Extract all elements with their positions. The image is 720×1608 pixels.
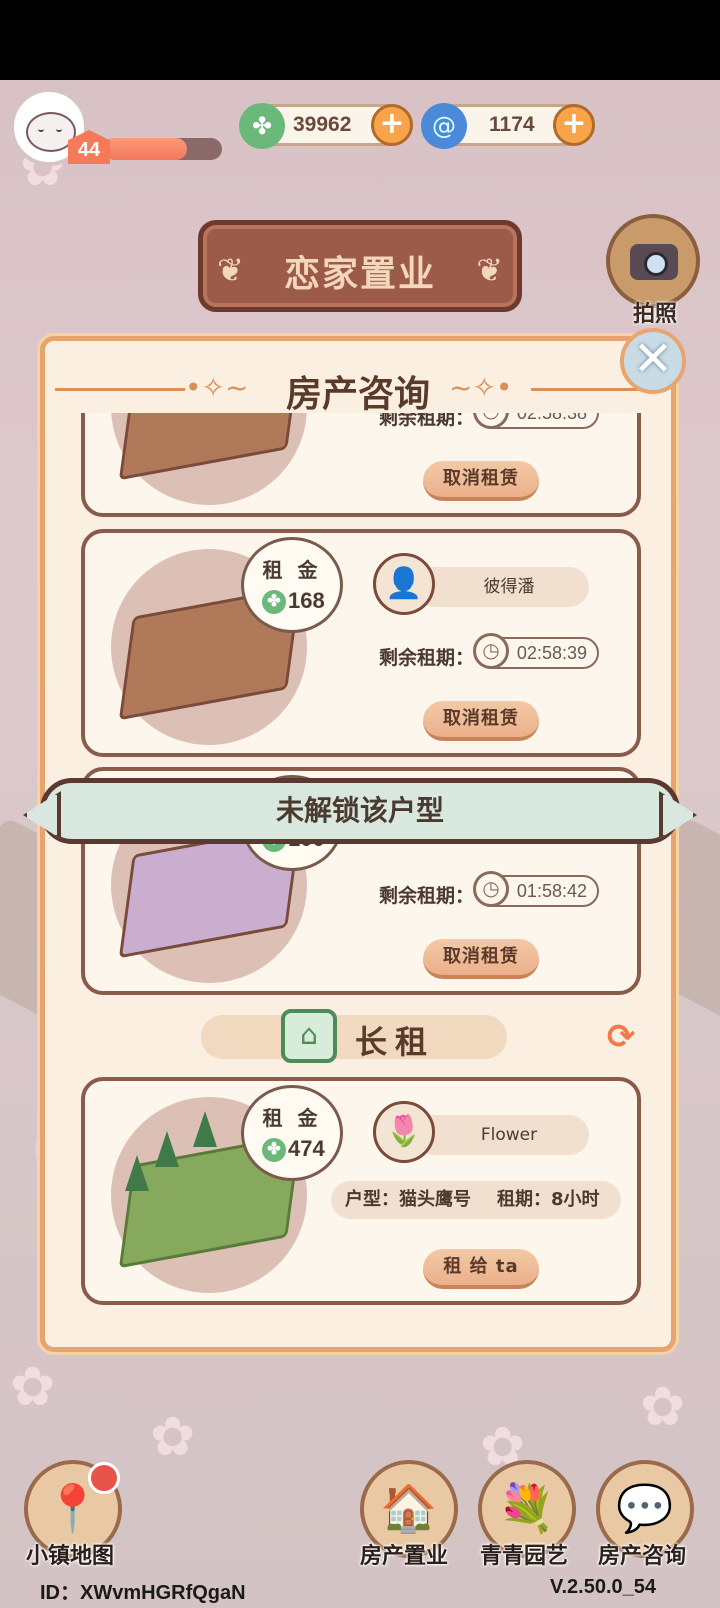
cancel-rent-button[interactable]: 取消租赁 [423, 701, 539, 741]
gem-value: 1174 [489, 113, 535, 136]
rental-info: 户型：猫头鹰号 租期：8小时 [331, 1181, 621, 1219]
house-type: 户型：猫头鹰号 [345, 1189, 471, 1210]
version-label: V.2.50.0_54 [550, 1576, 657, 1598]
rent-term: 租期：8小时 [497, 1189, 600, 1210]
ornament-icon: ~✧• [449, 371, 513, 404]
close-button[interactable]: ✕ [620, 328, 686, 394]
remain-label: 剩余租期： [379, 647, 475, 669]
long-rent-header: ⌂ 长租 ⟳ [75, 1007, 645, 1067]
clover-icon: ✤ [239, 103, 285, 149]
add-clover-button[interactable]: + [371, 104, 413, 146]
locked-banner: 未解锁该户型 [40, 778, 680, 844]
tulip-avatar-icon[interactable]: 🌷 [373, 1101, 435, 1163]
remain-label: 剩余租期： [379, 885, 475, 907]
tenant-name: 彼得潘 [415, 567, 589, 607]
gem-currency: @ 1174 + [421, 103, 595, 149]
tree-decor [193, 1111, 217, 1147]
rental-card: 租 金 168 彼得潘 👤 剩余租期： 02:58:39 ◷ 取消租赁 [81, 529, 641, 757]
rent-to-button[interactable]: 租 给 ta [423, 1249, 539, 1289]
chat-house-icon: 💬 [616, 1481, 674, 1535]
garden-label: 青青园艺 [480, 1544, 569, 1569]
consult-panel: •✧~ 房产咨询 ~✧• 剩余租期： 02:58:38 ◷ 取消租赁 租 金 1… [40, 336, 676, 1352]
house-icon: 🏠 [380, 1481, 438, 1535]
tree-decor [125, 1155, 149, 1191]
tree-decor [155, 1131, 179, 1167]
town-map-label: 小镇地图 [26, 1544, 115, 1569]
clover-value: 39962 [293, 113, 352, 136]
flower-decor: ✿ [10, 1355, 56, 1418]
rental-list[interactable]: 剩余租期： 02:58:38 ◷ 取消租赁 租 金 168 彼得潘 👤 剩余租期… [75, 413, 645, 1341]
clock-icon: ◷ [473, 871, 509, 907]
clock-icon: ◷ [473, 633, 509, 669]
flower-cart-icon: 💐 [498, 1481, 556, 1535]
property-label: 房产置业 [360, 1544, 449, 1569]
flower-decor: ✿ [150, 1405, 196, 1468]
camera-label: 拍照 [632, 302, 677, 327]
consult-label: 房产咨询 [598, 1544, 687, 1569]
panel-header: •✧~ 房产咨询 ~✧• [45, 363, 671, 415]
camera-button[interactable] [606, 214, 700, 308]
notification-dot [88, 1462, 120, 1494]
tenant-name: Flower [415, 1115, 589, 1155]
rent-value: 474 [262, 1136, 325, 1162]
panel-title: 房产咨询 [285, 374, 430, 415]
spiral-gem-icon: @ [421, 103, 467, 149]
tenant-avatar[interactable]: 👤 [373, 553, 435, 615]
scroll-decor-icon: ❦ [476, 251, 503, 289]
clover-currency: ✤ 39962 + [239, 103, 413, 149]
house-icon: ⌂ [281, 1009, 337, 1063]
rent-label: 租 金 [262, 1106, 322, 1130]
title-signboard: ❦ 恋家置业 ❦ [198, 220, 522, 312]
cancel-rent-button[interactable]: 取消租赁 [423, 939, 539, 979]
long-rent-card: 租 金 474 Flower 🌷 户型：猫头鹰号 租期：8小时 租 给 ta [81, 1077, 641, 1305]
section-title: 长租 [355, 1023, 436, 1061]
camera-icon [630, 244, 678, 280]
rent-bubble: 租 金 474 [241, 1085, 343, 1181]
rental-card: 剩余租期： 02:58:38 ◷ 取消租赁 [81, 413, 641, 517]
rent-value: 168 [262, 588, 325, 614]
signboard-title: 恋家置业 [283, 254, 436, 295]
refresh-icon[interactable]: ⟳ [601, 1017, 641, 1057]
add-gem-button[interactable]: + [553, 104, 595, 146]
player-id: ID：XWvmHGRfQgaN [40, 1582, 246, 1604]
flower-decor: ✿ [640, 1375, 686, 1438]
cancel-rent-button[interactable]: 取消租赁 [423, 461, 539, 501]
xp-bar [104, 138, 222, 160]
rent-bubble: 租 金 168 [241, 537, 343, 633]
rent-label: 租 金 [262, 558, 322, 582]
status-bar [0, 0, 720, 80]
xp-fill [104, 138, 187, 160]
remain-label: 剩余租期： [379, 413, 475, 429]
